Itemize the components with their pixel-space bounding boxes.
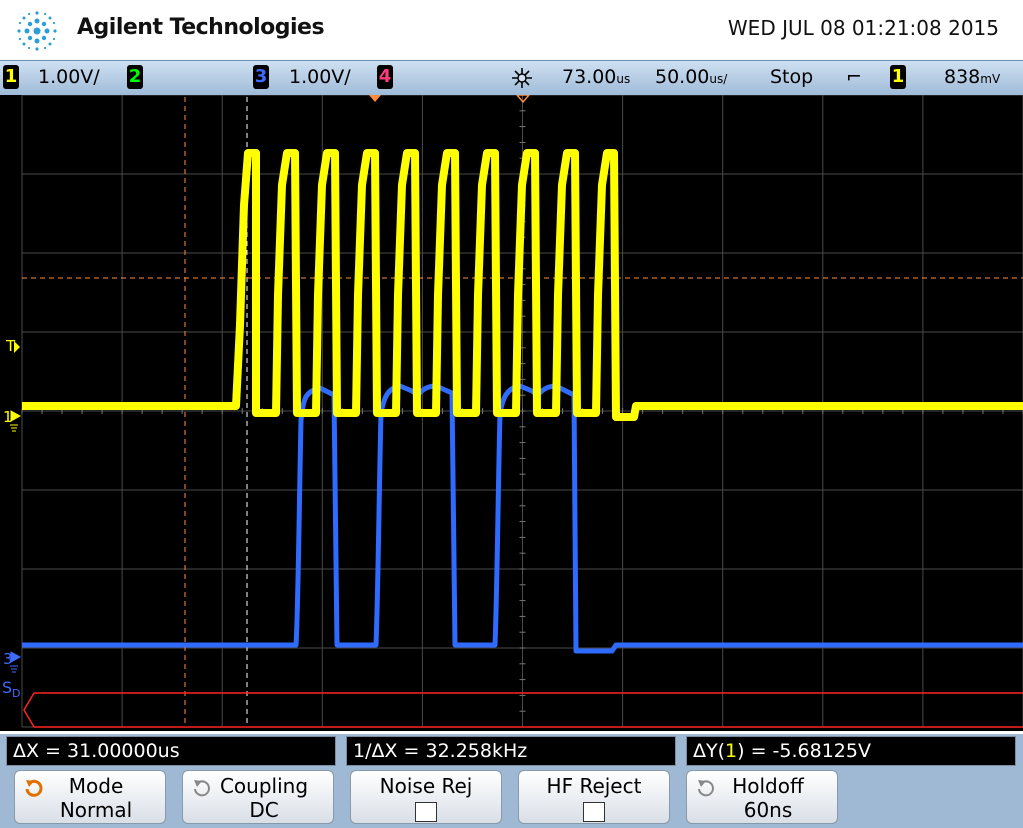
holdoff-softkey[interactable]: Holdoff 60ns	[686, 770, 838, 824]
noise-reject-checkbox[interactable]	[415, 801, 437, 822]
horizontal-timebase: 50.00us/	[655, 66, 728, 88]
channel-3-indicator[interactable]: 3	[253, 65, 269, 89]
hf-reject-checkbox[interactable]	[583, 801, 605, 822]
noise-reject-softkey[interactable]: Noise Rej	[350, 770, 502, 824]
status-bar: 1 1.00V/ 2 3 1.00V/ 4 73.00us 50.00us/ S…	[0, 60, 1023, 96]
date-time: WED JUL 08 01:21:08 2015	[727, 16, 999, 40]
waveform-display[interactable]: T 1 3 S D	[0, 95, 1023, 731]
agilent-spark-logo-icon	[17, 11, 57, 51]
softkey-bar: Mode Normal Coupling DC Noise Rej HF Rej…	[0, 768, 1023, 828]
horizontal-delay: 73.00us	[562, 66, 631, 88]
measurement-bar: ΔX = 31.00000us 1/ΔX = 32.258kHz ΔY(1) =…	[0, 734, 1023, 768]
brand-name: Agilent Technologies	[77, 15, 325, 40]
run-state: Stop	[770, 66, 814, 88]
serial-decode-label: S	[2, 678, 12, 697]
inverse-delta-x-readout: 1/ΔX = 32.258kHz	[346, 736, 676, 766]
channel-1-indicator[interactable]: 1	[3, 65, 19, 89]
channel-4-indicator[interactable]: 4	[377, 65, 393, 89]
channel-2-indicator[interactable]: 2	[127, 65, 143, 89]
serial-decode-sublabel: D	[12, 687, 20, 700]
waveform-canvas[interactable]: T 1 3 S D	[0, 95, 1023, 731]
coupling-softkey[interactable]: Coupling DC	[182, 770, 334, 824]
trigger-source-indicator[interactable]: 1	[890, 65, 906, 89]
channel-3-scale: 1.00V/	[289, 66, 351, 88]
header: Agilent Technologies WED JUL 08 01:21:08…	[0, 0, 1023, 60]
mode-softkey[interactable]: Mode Normal	[14, 770, 166, 824]
trigger-level: 838mV	[944, 66, 1001, 88]
delta-y-readout: ΔY(1) = -5.68125V	[686, 736, 1016, 766]
trigger-time-marker	[369, 95, 381, 102]
channel-1-scale: 1.00V/	[38, 66, 100, 88]
acquisition-icon	[512, 68, 532, 88]
hf-reject-softkey[interactable]: HF Reject	[518, 770, 670, 824]
serial-decode-bus	[23, 692, 1023, 728]
delta-x-readout: ΔX = 31.00000us	[6, 736, 336, 766]
trigger-slope-icon: ⌐	[846, 66, 862, 88]
